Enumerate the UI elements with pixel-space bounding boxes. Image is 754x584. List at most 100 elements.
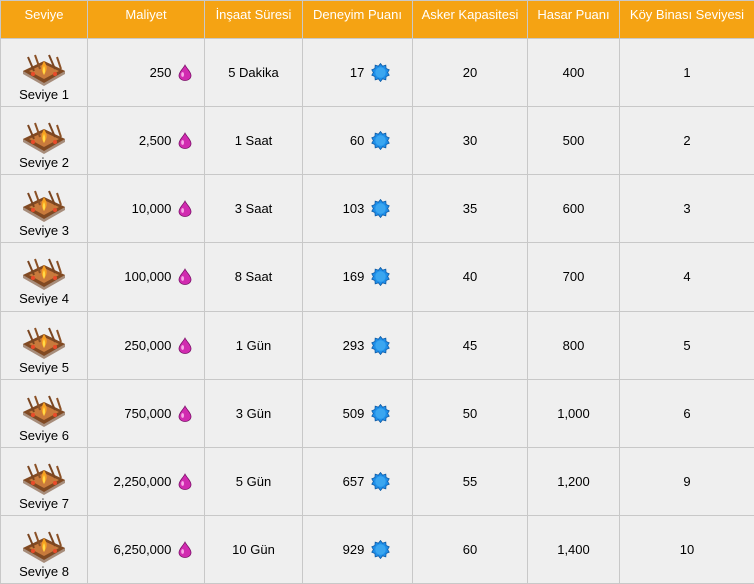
- level-cell: Seviye 2: [0, 106, 88, 176]
- army-camp-icon: [23, 531, 65, 563]
- xp-value: 103: [342, 201, 365, 217]
- table-row: Seviye 1 250 5 Dakika 17 20 400 1: [0, 37, 754, 108]
- level-cell: Seviye 1: [0, 37, 88, 108]
- capacity-cell: 55: [412, 446, 528, 516]
- table-row: Seviye 8 6,250,000 10 Gün 929 60 1,400 1…: [0, 514, 754, 584]
- xp-cell: 103: [302, 174, 413, 244]
- army-camp-icon: [23, 463, 65, 495]
- xp-star-icon: [371, 199, 390, 219]
- xp-star-icon: [371, 403, 390, 423]
- header-capacity: Asker Kapasitesi: [412, 0, 528, 39]
- xp-star-icon: [371, 63, 390, 83]
- hitpoints-cell: 800: [527, 310, 620, 380]
- header-build-time: İnşaat Süresi: [204, 0, 303, 39]
- table-row: Seviye 4 100,000 8 Saat 169 40 700 4: [0, 242, 754, 312]
- xp-cell: 929: [302, 514, 413, 584]
- army-camp-icon: [23, 122, 65, 155]
- xp-value: 509: [342, 405, 365, 421]
- capacity-cell: 50: [412, 378, 528, 448]
- level-cell: Seviye 4: [0, 242, 88, 312]
- xp-value: 169: [342, 269, 365, 285]
- capacity-cell: 60: [412, 514, 528, 584]
- hitpoints-cell: 400: [527, 37, 620, 108]
- cost-cell: 750,000: [87, 378, 205, 448]
- level-label: Seviye 6: [19, 427, 69, 443]
- army-camp-icon: [23, 327, 65, 359]
- town-hall-level-cell: 4: [619, 242, 754, 312]
- xp-value: 60: [349, 133, 365, 149]
- table-row: Seviye 5 250,000 1 Gün 293 45 800 5: [0, 310, 754, 380]
- town-hall-level-cell: 6: [619, 378, 754, 448]
- cost-cell: 250: [87, 37, 205, 108]
- capacity-cell: 30: [412, 106, 528, 176]
- cost-value: 100,000: [124, 269, 172, 285]
- xp-star-icon: [371, 539, 390, 559]
- elixir-drop-icon: [178, 200, 192, 218]
- xp-cell: 169: [302, 242, 413, 312]
- cost-value: 750,000: [124, 405, 172, 421]
- xp-cell: 657: [302, 446, 413, 516]
- cost-value: 250: [149, 65, 172, 81]
- cost-cell: 250,000: [87, 310, 205, 380]
- xp-value: 293: [342, 337, 365, 353]
- xp-value: 929: [342, 541, 365, 557]
- cost-value: 6,250,000: [113, 541, 172, 557]
- army-camp-icon: [23, 395, 65, 427]
- cost-cell: 6,250,000: [87, 514, 205, 584]
- army-camp-levels-table: Seviye Maliyet İnşaat Süresi Deneyim Pua…: [0, 0, 754, 584]
- header-level: Seviye: [0, 0, 88, 39]
- build-time-cell: 10 Gün: [204, 514, 303, 584]
- town-hall-level-cell: 10: [619, 514, 754, 584]
- xp-star-icon: [371, 471, 390, 491]
- xp-star-icon: [371, 267, 390, 287]
- xp-cell: 509: [302, 378, 413, 448]
- hitpoints-cell: 600: [527, 174, 620, 244]
- header-row: Seviye Maliyet İnşaat Süresi Deneyim Pua…: [0, 0, 754, 39]
- hitpoints-cell: 1,200: [527, 446, 620, 516]
- capacity-cell: 20: [412, 37, 528, 108]
- level-label: Seviye 4: [19, 291, 69, 307]
- header-cost: Maliyet: [87, 0, 205, 39]
- hitpoints-cell: 500: [527, 106, 620, 176]
- xp-value: 17: [349, 65, 365, 81]
- elixir-drop-icon: [178, 336, 192, 354]
- cost-value: 2,250,000: [113, 473, 172, 489]
- xp-star-icon: [371, 335, 390, 355]
- army-camp-icon: [23, 259, 65, 291]
- table-row: Seviye 3 10,000 3 Saat 103 35 600 3: [0, 174, 754, 244]
- xp-cell: 60: [302, 106, 413, 176]
- table-row: Seviye 7 2,250,000 5 Gün 657 55 1,200 9: [0, 446, 754, 516]
- level-cell: Seviye 6: [0, 378, 88, 448]
- level-label: Seviye 2: [19, 155, 69, 171]
- cost-cell: 2,250,000: [87, 446, 205, 516]
- build-time-cell: 3 Gün: [204, 378, 303, 448]
- level-label: Seviye 5: [19, 359, 69, 375]
- level-cell: Seviye 7: [0, 446, 88, 516]
- capacity-cell: 40: [412, 242, 528, 312]
- elixir-drop-icon: [178, 268, 192, 286]
- town-hall-level-cell: 5: [619, 310, 754, 380]
- level-cell: Seviye 3: [0, 174, 88, 244]
- level-label: Seviye 1: [19, 87, 69, 103]
- build-time-cell: 8 Saat: [204, 242, 303, 312]
- header-hitpoints: Hasar Puanı: [527, 0, 620, 39]
- xp-cell: 17: [302, 37, 413, 108]
- level-label: Seviye 3: [19, 223, 69, 239]
- xp-star-icon: [371, 131, 390, 151]
- hitpoints-cell: 700: [527, 242, 620, 312]
- table-row: Seviye 2 2,500 1 Saat 60 30 500 2: [0, 106, 754, 176]
- cost-value: 10,000: [131, 201, 172, 217]
- cost-cell: 10,000: [87, 174, 205, 244]
- cost-cell: 2,500: [87, 106, 205, 176]
- elixir-drop-icon: [178, 132, 192, 150]
- capacity-cell: 35: [412, 174, 528, 244]
- capacity-cell: 45: [412, 310, 528, 380]
- elixir-drop-icon: [178, 64, 192, 81]
- build-time-cell: 5 Gün: [204, 446, 303, 516]
- town-hall-level-cell: 2: [619, 106, 754, 176]
- table-row: Seviye 6 750,000 3 Gün 509 50 1,000 6: [0, 378, 754, 448]
- level-label: Seviye 7: [19, 495, 69, 511]
- elixir-drop-icon: [178, 472, 192, 490]
- level-label: Seviye 8: [19, 563, 69, 579]
- army-camp-icon: [23, 190, 65, 223]
